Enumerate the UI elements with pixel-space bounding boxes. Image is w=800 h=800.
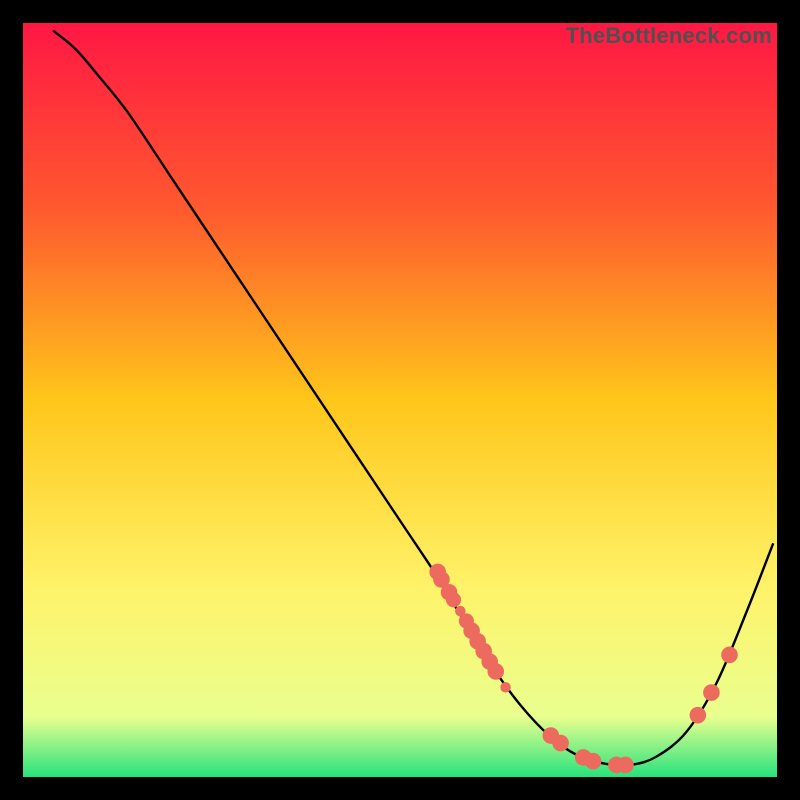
plot-area: TheBottleneck.com bbox=[23, 23, 777, 777]
data-marker bbox=[500, 682, 511, 693]
data-marker bbox=[585, 753, 602, 770]
chart-svg bbox=[23, 23, 777, 777]
data-marker bbox=[552, 735, 569, 752]
data-marker bbox=[690, 707, 707, 724]
watermark-text: TheBottleneck.com bbox=[566, 23, 772, 49]
gradient-background bbox=[23, 23, 777, 777]
chart-frame: TheBottleneck.com bbox=[0, 0, 800, 800]
data-marker bbox=[721, 647, 738, 664]
data-marker bbox=[446, 592, 461, 607]
data-marker bbox=[487, 663, 504, 680]
data-marker bbox=[703, 684, 720, 701]
data-marker bbox=[617, 757, 634, 774]
